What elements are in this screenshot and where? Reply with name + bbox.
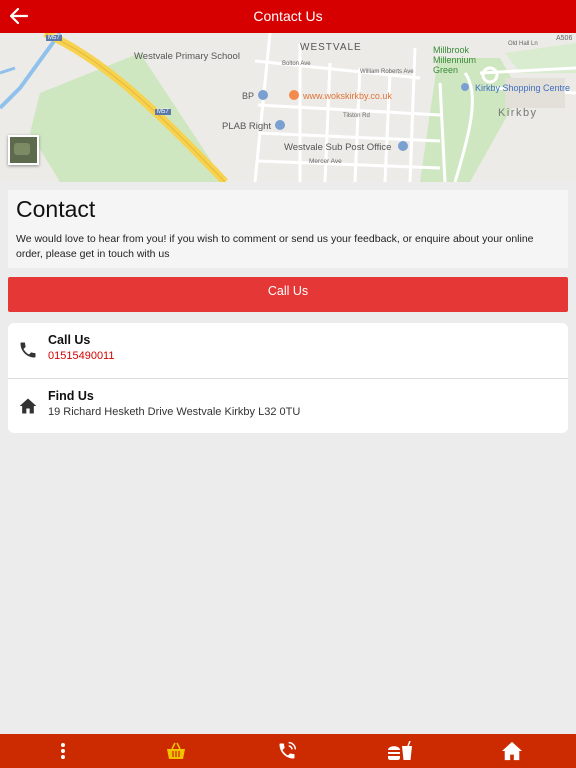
find-us-heading: Find Us [48,389,94,403]
find-us-row[interactable]: Find Us 19 Richard Hesketh Drive Westval… [8,378,568,433]
contact-details-card: Call Us 01515490011 Find Us 19 Richard H… [8,323,568,433]
map-label-street: Mercer Ave [309,158,342,165]
map-label-road: A506 [556,35,573,42]
section-heading: Contact [16,196,96,222]
map-label-street: Old Hall Ln [508,41,538,47]
satellite-toggle[interactable] [8,135,39,165]
map-label-m57: M57 [46,35,62,41]
address-text: 19 Richard Hesketh Drive Westvale Kirkby… [48,406,301,418]
call-us-row[interactable]: Call Us 01515490011 [8,323,568,378]
map-label-kirkby: Kirkby [498,107,538,119]
phone-icon [20,342,36,358]
map-graphic [0,33,576,182]
map-label-westvale: WESTVALE [300,42,362,53]
location-map[interactable]: M57 M57 WESTVALE Westvale Primary School… [0,33,576,182]
phone-ringing-icon [279,741,297,759]
map-label-school: Westvale Primary School [134,51,240,62]
burger-drink-icon [388,741,412,760]
more-menu-tab[interactable] [38,734,88,768]
contact-intro: Contact We would love to hear from you! … [8,190,568,268]
map-label-street: William Roberts Ave [360,69,414,75]
bottom-nav-bar [0,734,576,768]
map-label-street: Bolton Ave [282,61,311,67]
top-app-bar: Contact Us [0,0,576,33]
menu-tab[interactable] [375,734,425,768]
call-tab[interactable] [262,734,312,768]
page-title: Contact Us [253,8,323,24]
map-label-bp: BP [242,91,255,101]
home-icon [502,741,522,761]
home-icon [19,398,37,414]
map-label-shopping-centre: Kirkby Shopping Centre [475,83,571,93]
phone-number-link[interactable]: 01515490011 [48,350,114,362]
call-us-heading: Call Us [48,333,91,347]
home-tab[interactable] [487,734,537,768]
map-label-woks: www.wokskirkby.co.uk [303,91,392,101]
basket-tab[interactable] [151,734,201,768]
map-label-post-office: Westvale Sub Post Office [284,142,392,153]
map-label-m57: M57 [155,109,171,115]
map-label-millbrook: Millbrook Millennium Green [433,45,477,75]
vertical-dots-icon [61,743,65,759]
intro-text: We would love to hear from you! if you w… [16,233,534,260]
map-label-plab: PLAB Right [222,121,272,132]
call-us-button[interactable]: Call Us [8,277,568,312]
map-label-street: Tilston Rd [343,113,370,119]
basket-icon [167,742,185,759]
